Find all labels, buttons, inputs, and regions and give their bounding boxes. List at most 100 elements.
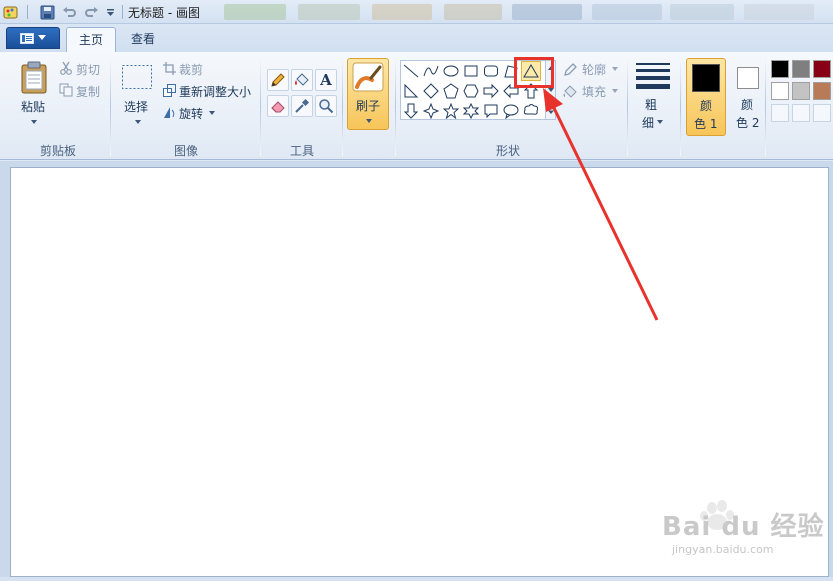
select-dropdown-caret[interactable] — [135, 120, 141, 124]
save-icon[interactable] — [38, 3, 56, 21]
color2-swatch — [737, 67, 759, 89]
paste-icon[interactable] — [18, 60, 50, 96]
brush-icon — [351, 62, 385, 92]
chevron-down-icon — [38, 35, 46, 40]
pentagon-shape[interactable] — [441, 81, 461, 101]
tools-group-label: 工具 — [289, 144, 314, 158]
line-width-icon — [636, 60, 670, 90]
cut-button[interactable]: 剪切 — [76, 61, 100, 78]
rounded-rectangle-shape[interactable] — [481, 61, 501, 81]
palette-color-swatch[interactable] — [771, 82, 789, 100]
crop-icon — [162, 61, 176, 75]
color-picker-tool[interactable] — [291, 95, 313, 117]
resize-button[interactable]: 重新调整大小 — [179, 83, 251, 100]
pencil-tool[interactable] — [267, 69, 289, 91]
status-bar — [0, 577, 833, 581]
right-arrow-shape[interactable] — [481, 81, 501, 101]
expand-gallery-icon[interactable] — [547, 107, 555, 115]
paste-button[interactable]: 粘贴 — [21, 98, 45, 115]
right-triangle-shape[interactable] — [401, 81, 421, 101]
group-separator — [110, 58, 111, 156]
window-title: 无标题 - 画图 — [128, 6, 200, 20]
title-bar: 无标题 - 画图 — [0, 0, 833, 24]
ribbon-tab-row: 主页 查看 — [0, 24, 833, 52]
color2-label-top: 颜 — [741, 98, 754, 112]
palette-color-swatch[interactable] — [813, 60, 831, 78]
color1-swatch — [692, 64, 720, 92]
palette-color-swatch[interactable] — [813, 82, 831, 100]
oval-shape[interactable] — [441, 61, 461, 81]
four-point-star-shape[interactable] — [421, 101, 441, 121]
diamond-shape[interactable] — [421, 81, 441, 101]
copy-icon — [58, 82, 74, 98]
tab-home[interactable]: 主页 — [66, 27, 117, 52]
paint-menu-button[interactable] — [6, 27, 60, 49]
custom-color-slot[interactable] — [771, 104, 789, 122]
down-arrow-shape[interactable] — [401, 101, 421, 121]
rotate-dropdown-caret[interactable] — [209, 111, 215, 115]
color1-button[interactable]: 颜 色 1 — [686, 58, 726, 136]
brushes-label: 刷子 — [356, 99, 381, 113]
custom-color-slot[interactable] — [792, 104, 810, 122]
size-dropdown-caret[interactable] — [657, 120, 663, 124]
eraser-icon — [271, 101, 285, 113]
palette-color-swatch[interactable] — [771, 60, 789, 78]
paint-app-icon[interactable] — [2, 3, 20, 21]
brushes-button[interactable]: 刷子 — [347, 58, 389, 130]
rectangle-shape[interactable] — [461, 61, 481, 81]
fill-icon — [562, 83, 578, 99]
curve-shape[interactable] — [421, 61, 441, 81]
eyedropper-icon — [295, 98, 310, 113]
outline-button[interactable]: 轮廓 — [582, 61, 606, 78]
qat-separator — [24, 3, 30, 21]
palette-color-swatch[interactable] — [792, 60, 810, 78]
undo-icon[interactable] — [60, 3, 78, 21]
highlight-box — [514, 57, 554, 88]
customize-qat-icon[interactable] — [104, 3, 116, 21]
fill-button[interactable]: 填充 — [582, 83, 606, 100]
shapes-group-label: 形状 — [495, 144, 520, 158]
blurred-background — [670, 4, 734, 20]
rounded-callout-shape[interactable] — [481, 101, 501, 121]
blurred-background — [744, 4, 814, 20]
paint-bucket-icon — [295, 73, 309, 86]
select-button[interactable]: 选择 — [124, 98, 148, 115]
group-separator — [260, 58, 261, 156]
brushes-dropdown-caret[interactable] — [366, 119, 372, 123]
six-point-star-shape[interactable] — [461, 101, 481, 121]
oval-callout-shape[interactable] — [501, 101, 521, 121]
eraser-tool[interactable] — [267, 95, 289, 117]
five-point-star-shape[interactable] — [441, 101, 461, 121]
text-icon: A — [320, 71, 332, 89]
fill-tool[interactable] — [291, 69, 313, 91]
palette-color-swatch[interactable] — [792, 82, 810, 100]
pencil-icon — [271, 73, 285, 87]
magnifier-tool[interactable] — [315, 95, 337, 117]
copy-button[interactable]: 复制 — [76, 83, 100, 100]
select-icon[interactable] — [121, 64, 153, 90]
custom-color-slot[interactable] — [813, 104, 831, 122]
paste-dropdown-caret[interactable] — [31, 120, 37, 124]
watermark-brand: Bai du 经验 — [662, 512, 825, 542]
outline-icon — [562, 61, 578, 77]
cloud-callout-shape[interactable] — [521, 101, 541, 121]
size-label-bottom: 细 — [642, 116, 655, 130]
hexagon-shape[interactable] — [461, 81, 481, 101]
blurred-background — [592, 4, 662, 20]
line-shape[interactable] — [401, 61, 421, 81]
crop-button[interactable]: 裁剪 — [179, 61, 203, 78]
redo-icon[interactable] — [82, 3, 100, 21]
rotate-button[interactable]: 旋转 — [179, 105, 203, 122]
size-label-top: 粗 — [645, 98, 658, 112]
rotate-icon — [162, 105, 176, 119]
watermark-url: jingyan.baidu.com — [672, 543, 774, 556]
tab-view[interactable]: 查看 — [119, 27, 167, 52]
group-separator — [765, 58, 766, 156]
group-separator — [395, 58, 396, 156]
group-separator — [627, 58, 628, 156]
outline-dropdown-caret[interactable] — [612, 67, 618, 71]
fill-dropdown-caret[interactable] — [612, 89, 618, 93]
ribbon: 粘贴 剪切 复制 剪贴板 选择 裁剪 重新调整大小 旋转 图像 A 工具 刷子 … — [0, 52, 833, 160]
clipboard-group-label: 剪贴板 — [39, 144, 76, 158]
text-tool[interactable]: A — [315, 69, 337, 91]
